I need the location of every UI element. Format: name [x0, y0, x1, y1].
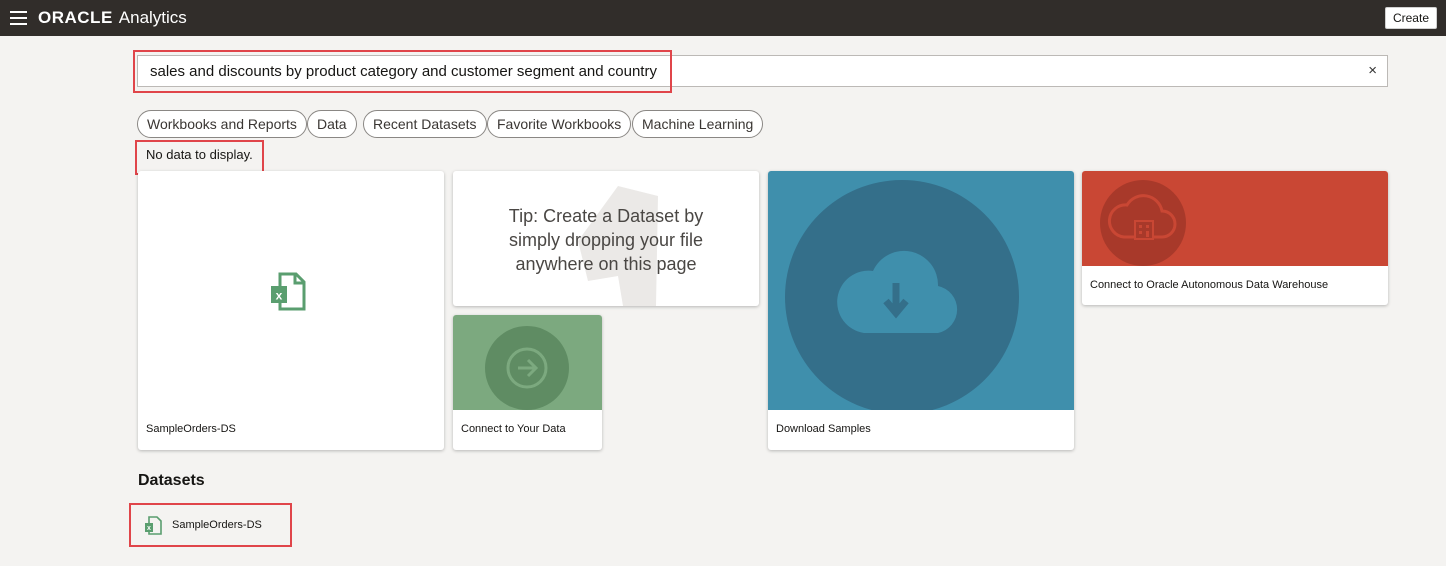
tip-text-line2: simply dropping your file — [508, 230, 704, 250]
arrow-circle-right-icon — [485, 326, 569, 410]
dataset-card[interactable]: x SampleOrders-DS — [138, 171, 444, 450]
download-samples-card[interactable]: Download Samples — [768, 171, 1074, 450]
menu-icon[interactable] — [10, 11, 27, 25]
top-bar: ORACLE Analytics Create — [0, 0, 1446, 36]
cloud-database-icon — [1100, 180, 1186, 266]
filter-favorite-workbooks[interactable]: Favorite Workbooks — [487, 110, 632, 138]
datasets-section-title: Datasets — [138, 472, 205, 489]
download-samples-hero — [768, 171, 1074, 410]
svg-text:x: x — [147, 525, 151, 532]
tip-text-line1: Tip: Create a Dataset by — [508, 206, 704, 226]
connect-data-hero — [453, 315, 602, 410]
cloud-download-icon — [785, 180, 1019, 410]
filter-recent-datasets[interactable]: Recent Datasets — [363, 110, 487, 138]
svg-text:x: x — [276, 289, 283, 303]
dataset-list-item[interactable]: x SampleOrders-DS — [144, 514, 262, 536]
excel-file-icon: x — [271, 272, 306, 311]
dataset-card-label: SampleOrders-DS — [146, 423, 236, 435]
adw-card[interactable]: Connect to Oracle Autonomous Data Wareho… — [1082, 171, 1388, 305]
clear-search-icon[interactable]: × — [1368, 62, 1377, 79]
filter-workbooks-reports[interactable]: Workbooks and Reports — [137, 110, 307, 138]
brand-product: Analytics — [118, 8, 187, 27]
connect-data-card[interactable]: Connect to Your Data — [453, 315, 602, 450]
filter-machine-learning[interactable]: Machine Learning — [632, 110, 764, 138]
search-box: × — [137, 55, 1388, 87]
search-input[interactable] — [150, 56, 1350, 86]
filter-data[interactable]: Data — [307, 110, 357, 138]
brand-oracle: ORACLE — [38, 8, 113, 27]
adw-hero — [1082, 171, 1388, 266]
adw-label: Connect to Oracle Autonomous Data Wareho… — [1090, 279, 1329, 291]
brand-logo: ORACLE Analytics — [38, 8, 187, 28]
no-data-message: No data to display. — [146, 147, 253, 162]
create-button[interactable]: Create — [1384, 7, 1437, 29]
tip-card: Tip: Create a Dataset by simply dropping… — [453, 171, 759, 306]
excel-file-icon: x — [145, 515, 162, 535]
connect-data-label: Connect to Your Data — [461, 423, 566, 435]
download-samples-label: Download Samples — [776, 423, 871, 435]
tip-text-line3: anywhere on this page — [515, 254, 697, 274]
dataset-list-item-label: SampleOrders-DS — [172, 519, 262, 531]
